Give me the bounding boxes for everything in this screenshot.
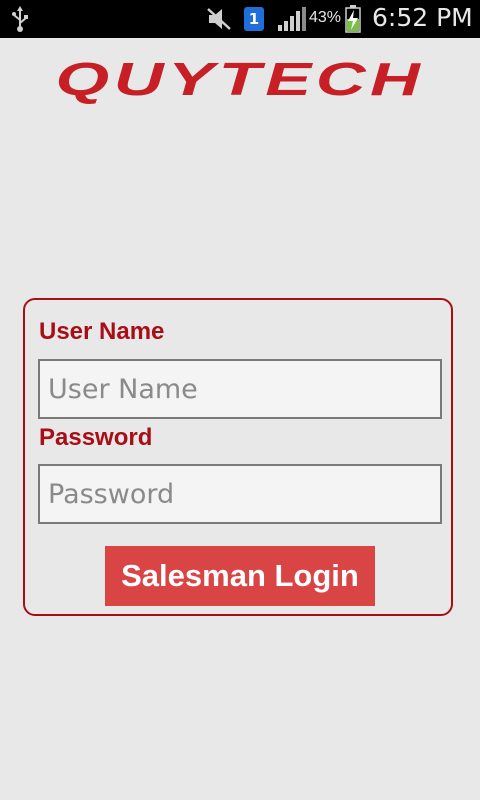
password-input[interactable]: [38, 464, 442, 524]
password-label: Password: [39, 424, 153, 451]
battery-charging-icon: [345, 5, 361, 38]
clock: 6:52 PM: [372, 3, 473, 32]
notification-icon: 1: [244, 7, 264, 31]
username-input[interactable]: [38, 359, 442, 419]
status-bar: 1 43% 6:52 PM: [0, 0, 480, 38]
usb-icon: [12, 6, 28, 37]
username-label: User Name: [39, 318, 165, 345]
signal-icon: [278, 7, 306, 36]
brand-logo: QUYTECH: [0, 52, 480, 106]
logo-text: QUYTECH: [55, 53, 425, 105]
salesman-login-button[interactable]: Salesman Login: [105, 546, 375, 606]
mute-icon: [206, 7, 232, 36]
battery-percent: 43%: [309, 9, 342, 26]
login-form: User Name Password Salesman Login: [23, 298, 453, 616]
